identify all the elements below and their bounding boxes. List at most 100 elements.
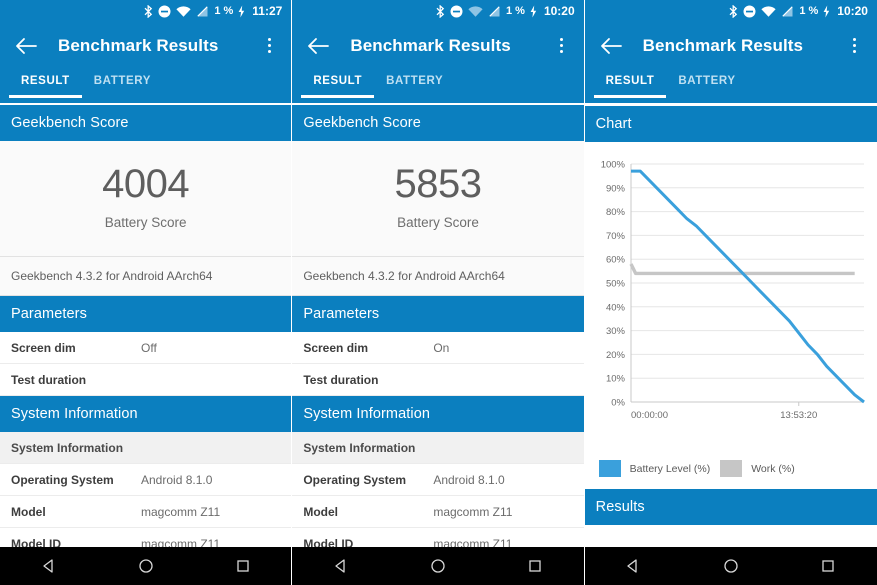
table-row: Model magcomm Z11 bbox=[0, 496, 292, 528]
menu-dot bbox=[267, 50, 271, 53]
tab-result[interactable]: RESULT bbox=[301, 69, 374, 98]
back-arrow-icon[interactable] bbox=[306, 34, 330, 58]
android-nav-bar bbox=[0, 547, 292, 585]
recents-square-icon[interactable] bbox=[518, 549, 552, 583]
row-value: magcomm Z11 bbox=[141, 536, 221, 548]
legend-swatch bbox=[720, 460, 743, 477]
score-label: Battery Score bbox=[397, 215, 479, 230]
do-not-disturb-icon bbox=[158, 5, 171, 18]
home-circle-icon[interactable] bbox=[714, 549, 748, 583]
wifi-icon bbox=[468, 5, 483, 18]
android-nav-bar bbox=[292, 547, 584, 585]
menu-dot bbox=[853, 44, 857, 47]
phone-screen-left: 1 % 11:27 Benchmark Results RESULT BATTE… bbox=[0, 0, 292, 585]
overflow-menu-icon[interactable] bbox=[844, 33, 866, 59]
overflow-menu-icon[interactable] bbox=[258, 33, 280, 59]
section-header-system-information: System Information bbox=[292, 396, 584, 432]
signal-off-icon bbox=[196, 5, 209, 18]
clock-label: 11:27 bbox=[252, 3, 283, 18]
row-key: Operating System bbox=[303, 472, 407, 487]
menu-dot bbox=[267, 44, 271, 47]
table-row: Test duration bbox=[0, 364, 292, 396]
svg-text:70%: 70% bbox=[606, 231, 626, 242]
legend-label: Work (%) bbox=[751, 462, 795, 475]
back-arrow-icon[interactable] bbox=[599, 34, 623, 58]
recents-square-icon[interactable] bbox=[226, 549, 260, 583]
back-arrow-icon[interactable] bbox=[14, 34, 38, 58]
row-key: Operating System bbox=[11, 472, 114, 487]
legend-label: Battery Level (%) bbox=[629, 462, 711, 475]
svg-text:30%: 30% bbox=[606, 326, 626, 337]
table-row: Model ID magcomm Z11 bbox=[292, 528, 584, 548]
back-triangle-icon[interactable] bbox=[32, 549, 66, 583]
recents-square-icon[interactable] bbox=[811, 549, 845, 583]
tab-result[interactable]: RESULT bbox=[593, 69, 667, 98]
legend-item-battery-level: Battery Level (%) bbox=[598, 460, 711, 477]
table-row: Screen dim Off bbox=[0, 332, 292, 364]
status-bar: 1 % 11:27 bbox=[0, 0, 292, 22]
menu-dot bbox=[560, 38, 564, 41]
overflow-menu-icon[interactable] bbox=[551, 33, 573, 59]
content-scroll[interactable]: Geekbench Score 4004 Battery Score Geekb… bbox=[0, 105, 292, 548]
status-bar: 1 % 10:20 bbox=[584, 0, 877, 22]
svg-text:10%: 10% bbox=[606, 374, 626, 385]
tab-result[interactable]: RESULT bbox=[9, 69, 82, 98]
tab-bar: RESULT BATTERY bbox=[0, 69, 292, 103]
tab-battery[interactable]: BATTERY bbox=[374, 69, 455, 97]
table-row: Operating System Android 8.1.0 bbox=[292, 464, 584, 496]
app-bar: Benchmark Results bbox=[0, 22, 292, 69]
row-key: Model bbox=[11, 504, 46, 519]
content-scroll[interactable]: Geekbench Score 5853 Battery Score Geekb… bbox=[292, 105, 584, 548]
legend-swatch bbox=[598, 460, 621, 477]
score-card: 4004 Battery Score bbox=[0, 141, 292, 256]
home-circle-icon[interactable] bbox=[129, 549, 163, 583]
battery-chart: 0% 10% 20% 30% 40% 50% 60% 70% 80% 90% 100% 00:00:0… bbox=[584, 142, 877, 450]
version-label: Geekbench 4.3.2 for Android AArch64 bbox=[0, 256, 292, 296]
svg-text:50%: 50% bbox=[606, 279, 626, 290]
score-card: 5853 Battery Score bbox=[292, 141, 584, 256]
screenshot-root: 1 % 11:27 Benchmark Results RESULT BATTE… bbox=[0, 0, 877, 585]
table-row: System Information bbox=[0, 432, 292, 464]
menu-dot bbox=[560, 44, 564, 47]
charging-bolt-icon bbox=[238, 5, 245, 18]
page-title: Benchmark Results bbox=[642, 35, 804, 55]
do-not-disturb-icon bbox=[743, 5, 756, 18]
phone-screen-middle: 1 % 10:20 Benchmark Results RESULT BATTE… bbox=[292, 0, 584, 585]
clock-label: 10:20 bbox=[837, 3, 868, 18]
table-row: System Information bbox=[292, 432, 584, 464]
section-header-system-information: System Information bbox=[0, 396, 292, 432]
charging-bolt-icon bbox=[823, 5, 830, 18]
table-row: Model ID magcomm Z11 bbox=[0, 528, 292, 548]
battery-percent-label: 1 % bbox=[505, 4, 525, 17]
menu-dot bbox=[267, 38, 271, 41]
row-key: Model ID bbox=[303, 536, 354, 548]
row-value: Off bbox=[141, 340, 157, 355]
content-scroll[interactable]: Chart 0% 10% 20% 30% 40% 50% 60% 70% 80% 90% 100% 0… bbox=[584, 106, 877, 547]
chart-svg: 0% 10% 20% 30% 40% 50% 60% 70% 80% 90% 100% 00:00:0… bbox=[600, 160, 865, 421]
score-value: 4004 bbox=[102, 162, 190, 206]
table-row: Screen dim On bbox=[292, 332, 584, 364]
svg-text:13:53:20: 13:53:20 bbox=[780, 410, 817, 421]
table-row: Model magcomm Z11 bbox=[292, 496, 584, 528]
tab-battery[interactable]: BATTERY bbox=[666, 69, 747, 97]
home-circle-icon[interactable] bbox=[421, 549, 455, 583]
signal-off-icon bbox=[488, 5, 501, 18]
battery-percent-label: 1 % bbox=[214, 4, 234, 17]
signal-off-icon bbox=[781, 5, 794, 18]
row-key: System Information bbox=[303, 440, 416, 455]
section-header-parameters: Parameters bbox=[0, 296, 292, 332]
back-triangle-icon[interactable] bbox=[324, 549, 358, 583]
svg-text:90%: 90% bbox=[606, 183, 626, 194]
back-triangle-icon[interactable] bbox=[616, 549, 650, 583]
menu-dot bbox=[853, 50, 857, 53]
phone-screen-right: 1 % 10:20 Benchmark Results RESULT BATTE… bbox=[584, 0, 877, 585]
row-key: Test duration bbox=[11, 372, 87, 387]
svg-text:00:00:00: 00:00:00 bbox=[631, 410, 668, 421]
row-value: On bbox=[433, 340, 450, 355]
svg-text:40%: 40% bbox=[606, 302, 626, 313]
tab-battery[interactable]: BATTERY bbox=[82, 69, 163, 97]
svg-text:60%: 60% bbox=[606, 255, 626, 266]
row-value: Android 8.1.0 bbox=[433, 472, 505, 487]
wifi-icon bbox=[176, 5, 191, 18]
table-row: Operating System Android 8.1.0 bbox=[0, 464, 292, 496]
